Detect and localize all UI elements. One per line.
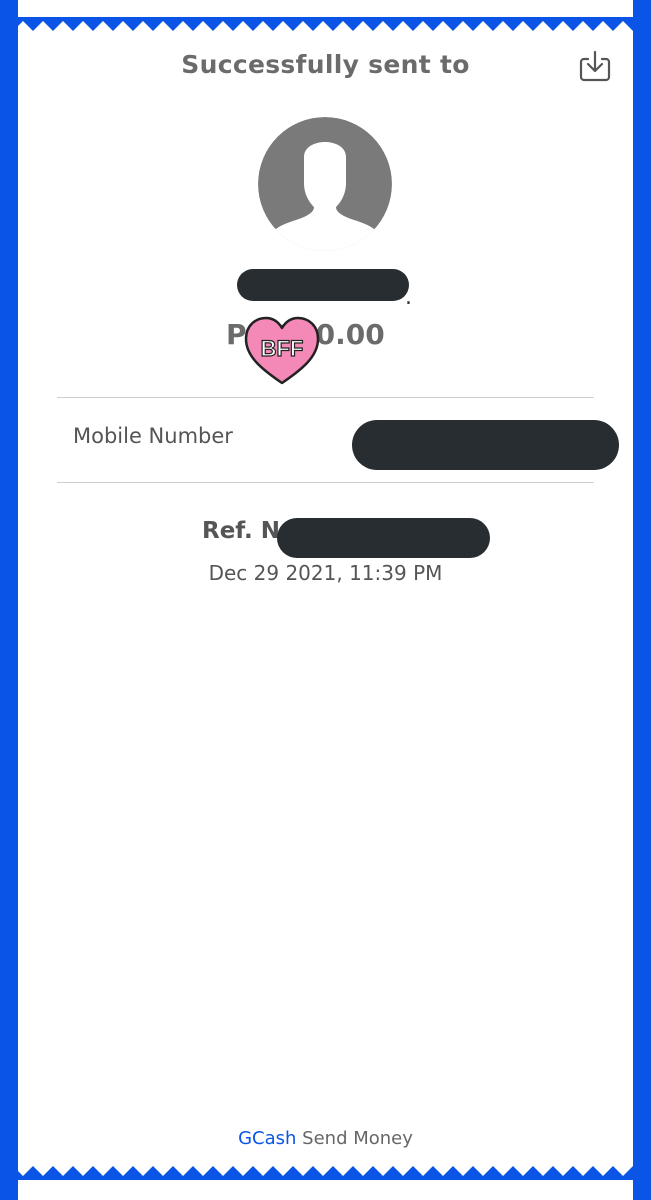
footer-label: Send Money bbox=[302, 1128, 413, 1149]
redacted-recipient-name bbox=[237, 269, 409, 301]
redacted-ref-number bbox=[277, 518, 490, 558]
page-title: Successfully sent to bbox=[181, 50, 470, 79]
sticker-text: BFF bbox=[261, 336, 304, 361]
receipt-bottom-edge bbox=[18, 1166, 633, 1180]
redacted-mobile-number bbox=[352, 420, 619, 470]
recipient-name-suffix: . bbox=[405, 285, 412, 310]
avatar bbox=[258, 117, 392, 251]
footer: GCash Send Money bbox=[0, 1128, 651, 1149]
bff-heart-sticker: BFF bbox=[244, 316, 320, 385]
divider-bottom bbox=[57, 482, 594, 483]
download-icon bbox=[579, 50, 611, 82]
mobile-number-label: Mobile Number bbox=[73, 424, 233, 448]
transaction-datetime: Dec 29 2021, 11:39 PM bbox=[208, 561, 443, 585]
receipt-top-edge bbox=[18, 17, 633, 31]
footer-brand: GCash bbox=[238, 1128, 297, 1149]
download-button[interactable] bbox=[579, 49, 611, 83]
divider-top bbox=[57, 397, 594, 398]
